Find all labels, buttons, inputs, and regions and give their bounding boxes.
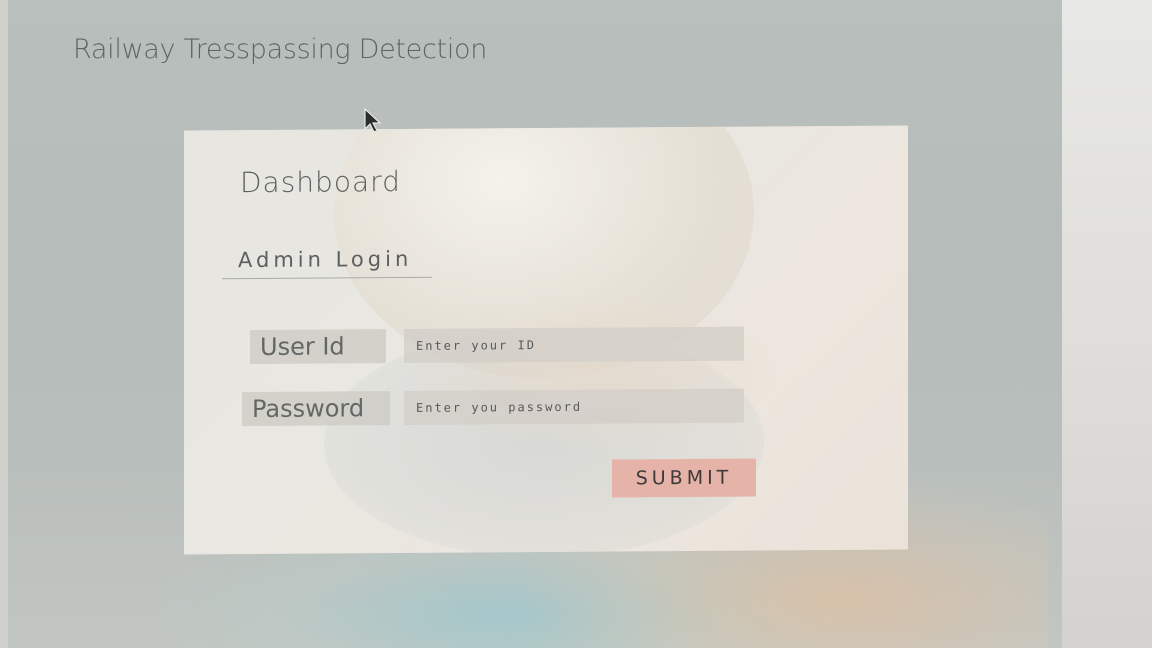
password-input[interactable] (404, 388, 744, 425)
password-label: Password (242, 391, 390, 427)
monitor-bezel-right (1062, 0, 1152, 648)
user-id-input[interactable] (404, 326, 744, 363)
app-title: Railway Tresspassing Detection (73, 34, 488, 65)
mouse-pointer-icon (364, 108, 382, 133)
screen: Railway Tresspassing Detection Dashboard… (8, 0, 1070, 648)
submit-button[interactable]: SUBMIT (612, 458, 756, 498)
user-id-label: User Id (250, 329, 386, 365)
login-panel: Dashboard Admin Login User Id Password S… (184, 125, 908, 555)
dashboard-heading: Dashboard (240, 165, 401, 200)
admin-login-heading: Admin Login (238, 246, 413, 273)
